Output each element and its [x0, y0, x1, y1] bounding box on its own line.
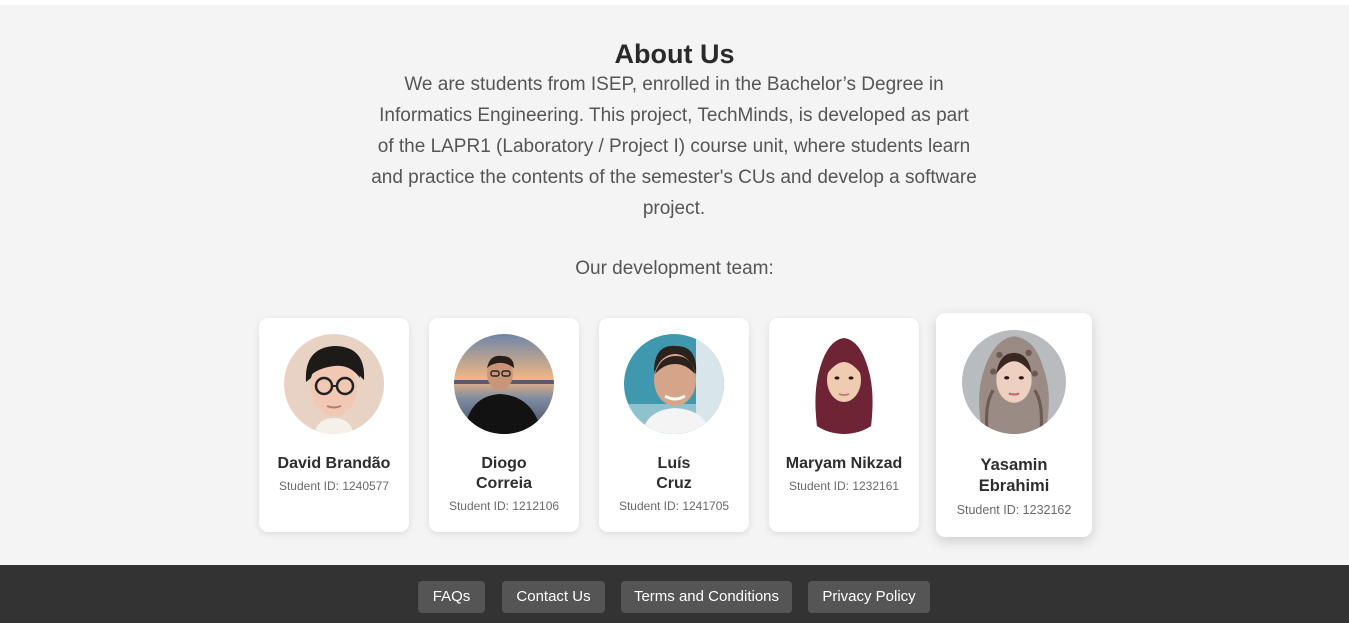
student-id: Student ID: 1232161	[788, 479, 900, 493]
footer: FAQs Contact Us Terms and Conditions Pri…	[0, 565, 1349, 623]
student-id: Student ID: 1212106	[448, 499, 560, 513]
team-heading: Our development team:	[575, 258, 774, 279]
team-member-card: Maryam Nikzad Student ID: 1232161	[769, 318, 919, 532]
about-section: About Us We are students from ISEP, enro…	[0, 5, 1349, 565]
avatar	[454, 334, 554, 434]
member-name-text: Diogo Correia	[475, 455, 533, 492]
avatar	[284, 334, 384, 434]
about-description: We are students from ISEP, enrolled in t…	[371, 74, 977, 219]
team-member-card: Yasamin Ebrahimi Student ID: 1232162	[936, 313, 1092, 537]
avatar	[624, 334, 724, 434]
member-name: Luís Cruz Student ID: 1241705	[609, 454, 739, 514]
member-name: David Brandão Student ID: 1240577	[269, 454, 399, 494]
team-member-card: Diogo Correia Student ID: 1212106	[429, 318, 579, 532]
about-title: About Us	[614, 39, 735, 69]
student-id: Student ID: 1241705	[618, 499, 730, 513]
member-name: Yasamin Ebrahimi Student ID: 1232162	[946, 455, 1082, 518]
student-id: Student ID: 1232162	[956, 503, 1072, 517]
page: About Us We are students from ISEP, enro…	[0, 0, 1349, 623]
avatar	[794, 334, 894, 434]
student-id: Student ID: 1240577	[278, 479, 390, 493]
member-name-text: Yasamin Ebrahimi	[978, 456, 1050, 495]
member-name-text: Luís Cruz	[656, 455, 692, 492]
member-name: Maryam Nikzad Student ID: 1232161	[779, 454, 909, 494]
contact-us-link[interactable]: Contact Us	[502, 581, 605, 613]
team-member-card: Luís Cruz Student ID: 1241705	[599, 318, 749, 532]
avatar	[962, 330, 1066, 434]
faqs-link[interactable]: FAQs	[418, 581, 485, 613]
terms-and-conditions-link[interactable]: Terms and Conditions	[621, 581, 792, 613]
team-member-card: David Brandão Student ID: 1240577	[259, 318, 409, 532]
member-name-text: Maryam Nikzad	[785, 455, 903, 472]
member-name-text: David Brandão	[277, 455, 391, 472]
privacy-policy-link[interactable]: Privacy Policy	[808, 581, 930, 613]
member-name: Diogo Correia Student ID: 1212106	[439, 454, 569, 514]
